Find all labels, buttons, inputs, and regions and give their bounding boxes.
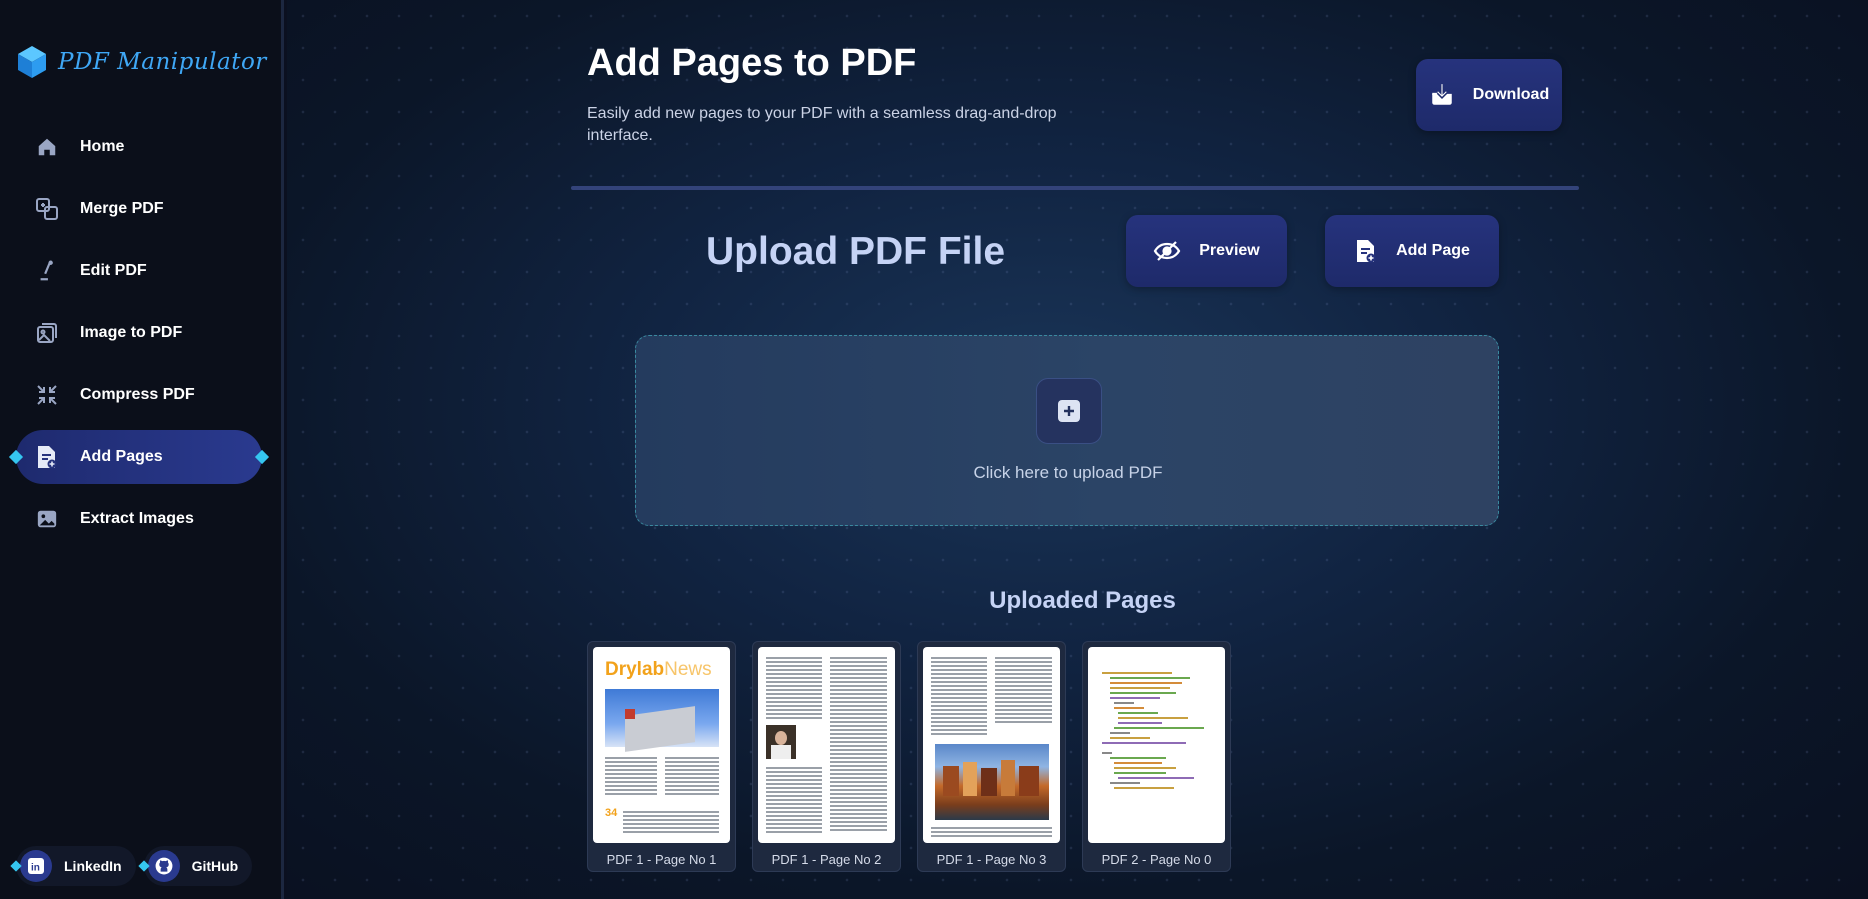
uploaded-pages-title: Uploaded Pages: [989, 587, 1176, 614]
main-content: Add Pages to PDF Easily add new pages to…: [287, 0, 1868, 899]
sidebar-item-label: Merge PDF: [80, 200, 164, 217]
add-page-button[interactable]: Add Page: [1325, 215, 1499, 287]
plus-icon: [1058, 400, 1080, 422]
page-label: PDF 1 - Page No 3: [936, 852, 1047, 867]
compress-icon: [34, 382, 60, 408]
cube-logo-icon: [18, 46, 46, 78]
sidebar-item-label: Add Pages: [80, 448, 163, 465]
upload-dropzone[interactable]: Click here to upload PDF: [635, 335, 1499, 526]
add-document-icon: [34, 444, 60, 470]
uploaded-pages-list: DrylabNews 34 PDF 1 - Page No 1 PDF 1 - …: [587, 641, 1231, 872]
page-preview: DrylabNews 34: [593, 647, 730, 843]
page-title: Add Pages to PDF: [587, 42, 917, 84]
download-button[interactable]: Download: [1416, 59, 1562, 131]
newsletter-photo: [605, 689, 719, 752]
preview-label: Preview: [1199, 242, 1260, 259]
preview-button[interactable]: Preview: [1126, 215, 1287, 287]
page-label: PDF 1 - Page No 1: [606, 852, 717, 867]
app-name: PDF Manipulator: [58, 49, 267, 75]
page-thumbnail[interactable]: PDF 2 - Page No 0: [1082, 641, 1231, 872]
sidebar-nav: Home Merge PDF Edit PDF Image to PDF Com…: [16, 120, 262, 554]
code-listing: [1102, 669, 1212, 792]
sidebar-item-label: Compress PDF: [80, 386, 195, 403]
github-icon: [147, 850, 180, 882]
linkedin-icon: in: [20, 850, 52, 882]
page-preview: [1088, 647, 1225, 843]
page-thumbnail[interactable]: PDF 1 - Page No 2: [752, 641, 901, 872]
page-subtitle: Easily add new pages to your PDF with a …: [587, 105, 1057, 144]
page-number-callout: 34: [605, 807, 618, 819]
sidebar-item-label: Image to PDF: [80, 324, 183, 341]
image-stack-icon: [34, 320, 60, 346]
image-icon: [34, 506, 60, 532]
svg-text:in: in: [31, 863, 40, 874]
page-thumbnail[interactable]: PDF 1 - Page No 3: [917, 641, 1066, 872]
page-thumbnail[interactable]: DrylabNews 34 PDF 1 - Page No 1: [587, 641, 736, 872]
upload-title: Upload PDF File: [706, 230, 1006, 273]
app-logo[interactable]: PDF Manipulator: [16, 44, 267, 80]
sidebar: PDF Manipulator Home Merge PDF Edit PDF …: [0, 0, 284, 899]
page-preview: [923, 647, 1060, 843]
linkedin-link[interactable]: in LinkedIn: [16, 846, 136, 886]
github-link[interactable]: GitHub: [143, 846, 253, 886]
github-label: GitHub: [191, 858, 239, 874]
sidebar-item-edit-pdf[interactable]: Edit PDF: [16, 244, 262, 298]
header-divider: [571, 186, 1579, 190]
merge-icon: [34, 196, 60, 222]
city-canal-photo: [935, 744, 1049, 820]
newsletter-masthead: DrylabNews: [605, 659, 712, 680]
page-label: PDF 1 - Page No 2: [771, 852, 882, 867]
portrait-photo: [766, 725, 796, 759]
download-label: Download: [1472, 86, 1550, 103]
add-page-label: Add Page: [1396, 242, 1470, 259]
sidebar-item-add-pages[interactable]: Add Pages: [16, 430, 262, 484]
sidebar-item-merge-pdf[interactable]: Merge PDF: [16, 182, 262, 236]
page-preview: [758, 647, 895, 843]
sidebar-item-home[interactable]: Home: [16, 120, 262, 174]
upload-plus-button[interactable]: [1036, 378, 1102, 444]
sidebar-item-image-to-pdf[interactable]: Image to PDF: [16, 306, 262, 360]
download-icon: [1429, 82, 1455, 108]
add-document-icon: [1354, 238, 1378, 264]
eye-slash-icon: [1153, 240, 1181, 262]
page-label: PDF 2 - Page No 0: [1101, 852, 1212, 867]
sidebar-item-extract-images[interactable]: Extract Images: [16, 492, 262, 546]
social-links: in LinkedIn GitHub: [16, 846, 253, 886]
sidebar-item-compress-pdf[interactable]: Compress PDF: [16, 368, 262, 422]
home-icon: [34, 134, 60, 160]
sidebar-item-label: Extract Images: [80, 510, 194, 527]
pen-icon: [34, 258, 60, 284]
sidebar-item-label: Edit PDF: [80, 262, 147, 279]
sidebar-item-label: Home: [80, 138, 125, 155]
dropzone-text: Click here to upload PDF: [973, 463, 1163, 482]
linkedin-label: LinkedIn: [64, 858, 122, 874]
